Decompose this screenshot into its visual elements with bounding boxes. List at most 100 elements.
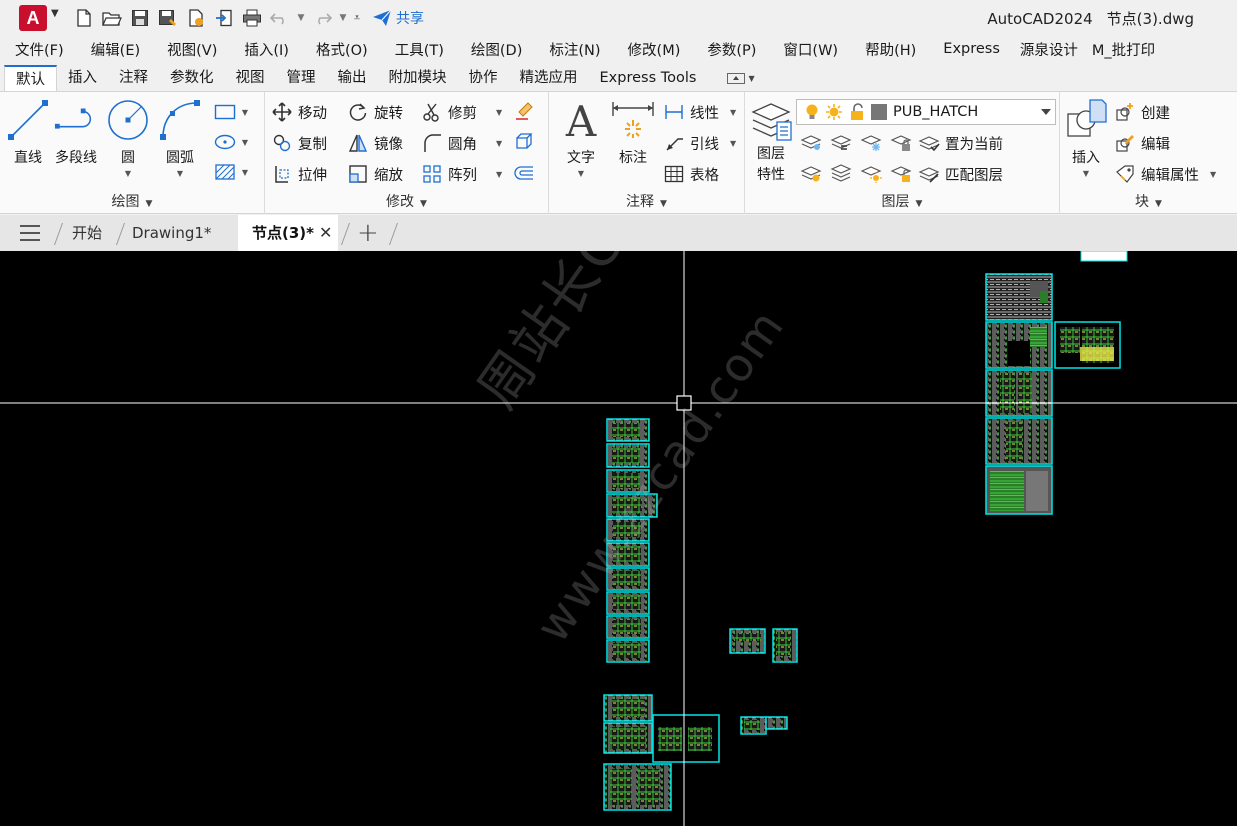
layers-panel-title[interactable]: 图层 ▼ [745, 191, 1059, 211]
circle-button[interactable]: 圆 ▼ [106, 98, 150, 178]
array-button[interactable]: 阵列 ▼ [421, 161, 502, 187]
move-button[interactable]: 移动 [271, 99, 327, 125]
tab-parametric[interactable]: 参数化 [159, 65, 225, 92]
match-layer-button[interactable]: 匹配图层 [918, 161, 1003, 187]
new-icon[interactable] [72, 6, 96, 30]
tab-default[interactable]: 默认 [4, 65, 57, 92]
hatch-dropdown-caret[interactable]: ▼ [238, 160, 252, 184]
drawing-sheet[interactable] [606, 615, 650, 639]
menu-insert[interactable]: 插入(I) [244, 39, 289, 60]
drawing-sheet[interactable] [606, 418, 650, 442]
block-panel-title[interactable]: 块 ▼ [1060, 191, 1237, 211]
file-tabs-menu-icon[interactable] [20, 225, 40, 241]
drawing-sheet[interactable] [1054, 321, 1121, 369]
trim-dropdown-caret[interactable]: ▼ [496, 108, 502, 117]
layer-freeze-icon[interactable] [828, 130, 854, 154]
arc-button[interactable]: 圆弧 ▼ [158, 98, 202, 178]
import-icon[interactable] [212, 6, 236, 30]
tab-output[interactable]: 输出 [327, 65, 378, 92]
annotation-panel-title[interactable]: 注释 ▼ [549, 191, 744, 211]
offset-icon[interactable] [511, 161, 537, 185]
customize-qat-icon[interactable]: ⩡ [352, 11, 362, 25]
menu-edit[interactable]: 编辑(E) [91, 39, 140, 60]
menu-draw[interactable]: 绘图(D) [471, 39, 522, 60]
erase-icon[interactable] [511, 99, 537, 123]
menu-help[interactable]: 帮助(H) [865, 39, 916, 60]
layer-walk-icon[interactable] [798, 161, 824, 185]
text-dropdown-caret[interactable]: ▼ [578, 169, 584, 178]
new-tab-icon[interactable]: + [357, 218, 379, 248]
drawing-sheet[interactable] [729, 628, 766, 654]
drawing-sheet[interactable] [603, 763, 672, 811]
hatch-icon[interactable] [212, 160, 238, 184]
insert-block-button[interactable]: 插入 ▼ [1064, 98, 1108, 178]
explode-icon[interactable] [511, 130, 537, 154]
drawing-sheet[interactable] [985, 369, 1053, 417]
menu-yuanquan[interactable]: 源泉设计 [1020, 39, 1078, 60]
layer-dropdown[interactable]: PUB_HATCH [796, 99, 1056, 125]
dimension-button[interactable]: 标注 [611, 98, 655, 167]
arc-dropdown-caret[interactable]: ▼ [177, 169, 183, 178]
drawing-sheet[interactable] [765, 716, 788, 730]
tab-view[interactable]: 视图 [225, 65, 276, 92]
modify-panel-title[interactable]: 修改 ▼ [265, 191, 548, 211]
layer-snowflake-icon[interactable] [858, 130, 884, 154]
ribbon-minimize-toggle[interactable]: ▼ [727, 65, 755, 92]
layer-isolate-icon[interactable] [798, 130, 824, 154]
table-button[interactable]: 表格 [663, 161, 719, 187]
ellipse-icon[interactable] [212, 130, 238, 154]
rectangle-dropdown-caret[interactable]: ▼ [238, 100, 252, 124]
menu-file[interactable]: 文件(F) [15, 39, 64, 60]
linear-dimension-button[interactable]: 线性 ▼ [663, 99, 736, 125]
drawing-sheet[interactable] [652, 714, 720, 763]
share-button[interactable]: 共享 [372, 8, 424, 28]
tab-featured-apps[interactable]: 精选应用 [509, 65, 589, 92]
menu-express[interactable]: Express [943, 41, 1000, 57]
redo-icon[interactable] [310, 6, 334, 30]
tab-insert[interactable]: 插入 [57, 65, 108, 92]
insert-block-dropdown-caret[interactable]: ▼ [1083, 169, 1089, 178]
close-tab-icon[interactable]: ✕ [319, 223, 332, 242]
layer-thaw-all-icon[interactable] [858, 161, 884, 185]
drawing-sheet[interactable] [985, 465, 1053, 515]
plot-icon[interactable] [184, 6, 208, 30]
rotate-button[interactable]: 旋转 [347, 99, 403, 125]
undo-dropdown-caret[interactable]: ▼ [296, 13, 306, 23]
save-as-icon[interactable] [156, 6, 180, 30]
drawing-sheet[interactable] [603, 694, 653, 722]
copy-button[interactable]: 复制 [271, 130, 327, 156]
drawing-sheet[interactable] [740, 716, 767, 735]
layer-lock-icon[interactable] [888, 130, 914, 154]
leader-dropdown-caret[interactable]: ▼ [730, 139, 736, 148]
drawing-sheet[interactable] [1080, 251, 1128, 262]
edit-block-button[interactable]: 编辑 [1114, 130, 1170, 156]
menu-parametric[interactable]: 参数(P) [707, 39, 756, 60]
redo-dropdown-caret[interactable]: ▼ [338, 13, 348, 23]
line-button[interactable]: 直线 [6, 98, 50, 167]
stretch-button[interactable]: 拉伸 [271, 161, 327, 187]
menu-window[interactable]: 窗口(W) [783, 39, 838, 60]
drawing-sheet[interactable] [985, 321, 1053, 369]
menu-dimension[interactable]: 标注(N) [549, 39, 600, 60]
ellipse-dropdown-caret[interactable]: ▼ [238, 130, 252, 154]
drawing-sheet[interactable] [772, 628, 798, 663]
make-current-button[interactable]: 置为当前 [918, 130, 1003, 156]
tab-addins[interactable]: 附加模块 [378, 65, 458, 92]
tab-annotate[interactable]: 注释 [108, 65, 159, 92]
mirror-button[interactable]: 镜像 [347, 130, 403, 156]
menu-modify[interactable]: 修改(M) [628, 39, 681, 60]
layer-unlock-all-icon[interactable] [888, 161, 914, 185]
drawing-sheet[interactable] [985, 273, 1053, 321]
menu-tools[interactable]: 工具(T) [395, 39, 444, 60]
drawing-sheet[interactable] [985, 417, 1053, 465]
array-dropdown-caret[interactable]: ▼ [496, 170, 502, 179]
rectangle-icon[interactable] [212, 100, 238, 124]
draw-panel-title[interactable]: 绘图 ▼ [0, 191, 264, 211]
circle-dropdown-caret[interactable]: ▼ [125, 169, 131, 178]
print-icon[interactable] [240, 6, 264, 30]
tab-collaborate[interactable]: 协作 [458, 65, 509, 92]
tab-express-tools[interactable]: Express Tools [589, 65, 708, 92]
leader-button[interactable]: 引线 ▼ [663, 130, 736, 156]
drawing-sheet[interactable] [603, 722, 653, 754]
fillet-button[interactable]: 圆角 ▼ [421, 130, 502, 156]
